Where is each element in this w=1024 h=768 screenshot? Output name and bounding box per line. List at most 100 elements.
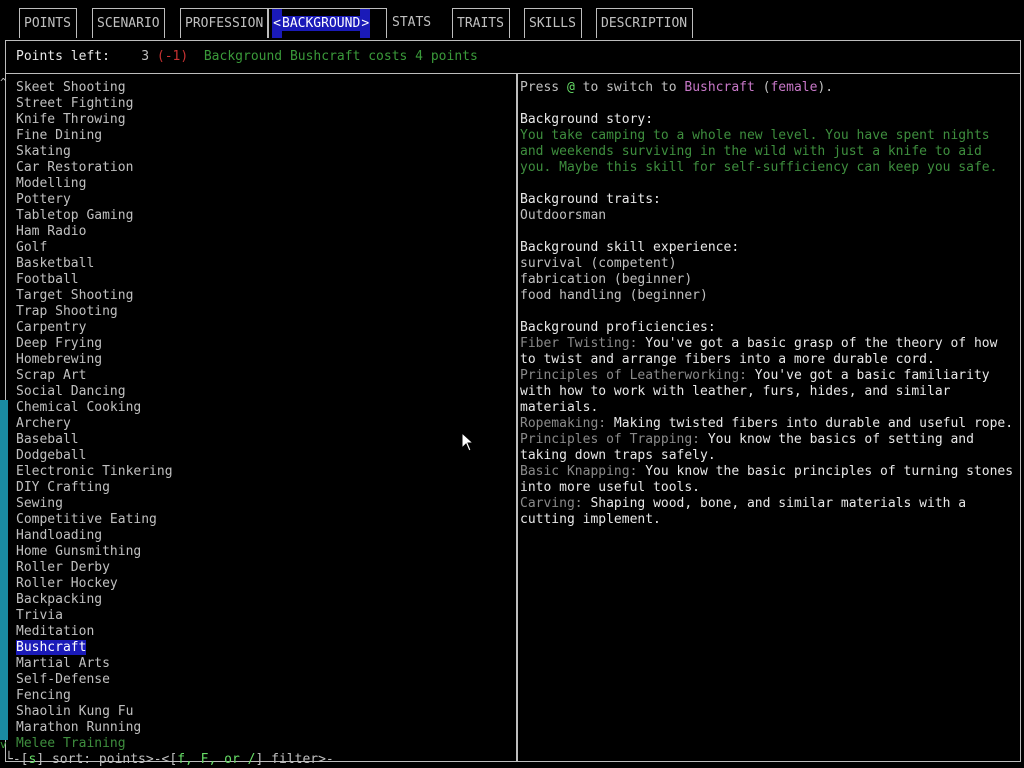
list-item-label: Scrap Art (16, 368, 87, 383)
points-header: Points left: 3 (-1) Background Bushcraft… (5, 40, 1021, 74)
list-item-label: Knife Throwing (16, 112, 126, 127)
tab-description[interactable]: DESCRIPTION (596, 8, 693, 38)
list-item-label: Trivia (16, 608, 63, 623)
list-item[interactable]: Martial Arts (16, 656, 506, 672)
list-item[interactable]: Electronic Tinkering (16, 464, 506, 480)
list-item-label: Street Fighting (16, 96, 134, 111)
tab-description-label: DESCRIPTION (601, 16, 688, 31)
list-item[interactable]: Chemical Cooking (16, 400, 506, 416)
list-item-label: Electronic Tinkering (16, 464, 173, 479)
list-item[interactable]: Home Gunsmithing (16, 544, 506, 560)
skill-item: survival (competent) (520, 256, 677, 271)
list-item-label: Golf (16, 240, 48, 255)
tab-skills[interactable]: SKILLS (524, 8, 582, 38)
list-item[interactable]: Meditation (16, 624, 506, 640)
list-item-label: Melee Training (16, 736, 126, 751)
list-item[interactable]: Knife Throwing (16, 112, 506, 128)
list-item[interactable]: Homebrewing (16, 352, 506, 368)
list-item[interactable]: Handloading (16, 528, 506, 544)
proficiency-item: Principles of Trapping: You know the bas… (520, 432, 1016, 464)
switch-pre: Press (520, 80, 567, 95)
list-item-label: Baseball (16, 432, 79, 447)
list-item[interactable]: Carpentry (16, 320, 506, 336)
list-item[interactable]: Bushcraft (16, 640, 506, 656)
tab-stats[interactable]: STATS (388, 8, 438, 38)
tab-traits-label: TRAITS (457, 16, 504, 31)
list-item[interactable]: Archery (16, 416, 506, 432)
list-item[interactable]: Social Dancing (16, 384, 506, 400)
switch-key: @ (566, 80, 575, 95)
list-item[interactable]: Street Fighting (16, 96, 506, 112)
skill-item: fabrication (beginner) (520, 272, 693, 287)
list-item[interactable]: Skeet Shooting (16, 80, 506, 96)
list-item[interactable]: Golf (16, 240, 506, 256)
switch-gender-open: ( (754, 80, 771, 95)
proficiency-name: Principles of Leatherworking: (520, 368, 747, 383)
list-item[interactable]: Backpacking (16, 592, 506, 608)
list-item[interactable]: Roller Derby (16, 560, 506, 576)
list-item[interactable]: Modelling (16, 176, 506, 192)
list-item[interactable]: Target Shooting (16, 288, 506, 304)
prev-tab-arrow-icon[interactable]: < (272, 9, 282, 38)
mouse-cursor-icon (461, 432, 475, 452)
list-item[interactable]: Pottery (16, 192, 506, 208)
proficiency-name: Ropemaking: (520, 416, 607, 431)
list-item[interactable]: Shaolin Kung Fu (16, 704, 506, 720)
footer-hints: └-[s] sort: points>-<[f, F, or /] filter… (5, 752, 334, 768)
proficiency-name: Principles of Trapping: (520, 432, 701, 447)
scroll-up-icon[interactable]: ^ (0, 76, 7, 89)
story-text: You take camping to a whole new level. Y… (520, 128, 998, 175)
list-item[interactable]: Dodgeball (16, 448, 506, 464)
list-item-label: Basketball (16, 256, 95, 271)
scroll-down-icon[interactable]: v (0, 738, 7, 751)
list-item[interactable]: Deep Frying (16, 336, 506, 352)
list-item[interactable]: Car Restoration (16, 160, 506, 176)
tab-points[interactable]: POINTS (19, 8, 77, 38)
list-item-label: Roller Hockey (16, 576, 118, 591)
list-item[interactable]: Sewing (16, 496, 506, 512)
list-item[interactable]: DIY Crafting (16, 480, 506, 496)
list-item[interactable]: Trivia (16, 608, 506, 624)
proficiency-item: Principles of Leatherworking: You've got… (520, 368, 1016, 416)
list-item[interactable]: Ham Radio (16, 224, 506, 240)
list-item-label: Modelling (16, 176, 87, 191)
list-item[interactable]: Roller Hockey (16, 576, 506, 592)
list-item-label: Football (16, 272, 79, 287)
tab-stats-label: STATS (392, 15, 432, 30)
list-item[interactable]: Fencing (16, 688, 506, 704)
list-item[interactable]: Basketball (16, 256, 506, 272)
tab-background-label: BACKGROUND (282, 16, 361, 31)
list-item[interactable]: Trap Shooting (16, 304, 506, 320)
switch-hint: Press @ to switch to Bushcraft (female). (520, 80, 1016, 96)
filter-keys[interactable]: f, F, or / (177, 752, 255, 767)
list-item[interactable]: Skating (16, 144, 506, 160)
proficiency-name: Basic Knapping: (520, 464, 638, 479)
list-item-label: Meditation (16, 624, 95, 639)
tab-traits[interactable]: TRAITS (452, 8, 510, 38)
next-tab-arrow-icon[interactable]: > (360, 9, 371, 38)
tab-profession[interactable]: PROFESSION (180, 8, 268, 38)
points-label: Points left: (16, 49, 110, 64)
list-item-label: Fine Dining (16, 128, 103, 143)
switch-name: Bushcraft (684, 80, 755, 95)
list-item[interactable]: Competitive Eating (16, 512, 506, 528)
tab-scenario[interactable]: SCENARIO (92, 8, 165, 38)
list-scrollbar[interactable] (0, 400, 8, 740)
list-item-label: Skeet Shooting (16, 80, 126, 95)
list-item[interactable]: Football (16, 272, 506, 288)
list-item-label: Ham Radio (16, 224, 87, 239)
tab-background[interactable]: <BACKGROUND> (268, 8, 387, 38)
proficiency-item: Ropemaking: Making twisted fibers into d… (520, 416, 1016, 432)
list-item[interactable]: Tabletop Gaming (16, 208, 506, 224)
list-item[interactable]: Self-Defense (16, 672, 506, 688)
list-item[interactable]: Baseball (16, 432, 506, 448)
list-item[interactable]: Scrap Art (16, 368, 506, 384)
list-item[interactable]: Melee Training (16, 736, 506, 752)
tab-scenario-label: SCENARIO (97, 16, 160, 31)
footer-prefix: └-[ (5, 752, 29, 767)
switch-gender: female (770, 80, 818, 95)
list-item[interactable]: Fine Dining (16, 128, 506, 144)
list-item[interactable]: Marathon Running (16, 720, 506, 736)
switch-gender-close: ). (817, 80, 834, 95)
proficiency-item: Basic Knapping: You know the basic princ… (520, 464, 1016, 496)
